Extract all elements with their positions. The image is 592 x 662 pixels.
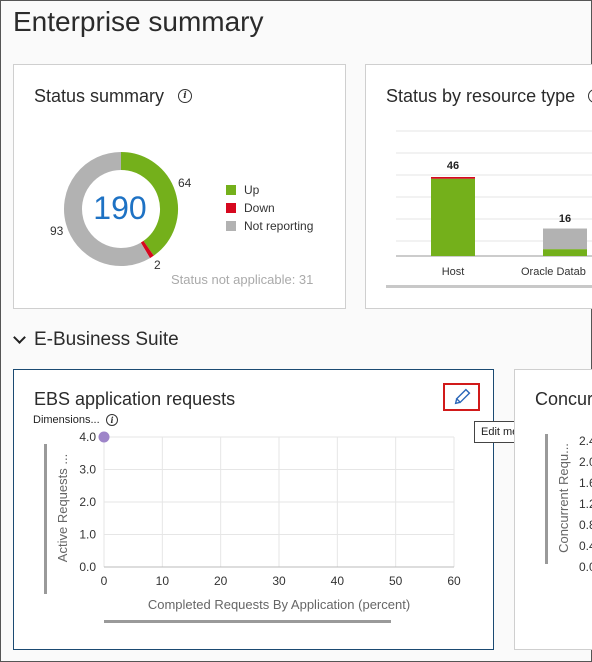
bar-label-oracle: Oracle Datab [521,266,586,278]
y-tick-label: 0.4 [579,539,592,553]
y-tick-label: 2.4 [579,434,592,448]
vertical-scrollbar[interactable] [545,434,548,564]
donut-label-up: 64 [178,176,192,190]
concurrent-requests-card[interactable]: Concur 2.42.01.61.20.80.40.0 Concurrent … [514,369,592,650]
legend-item-down: Down [226,201,275,215]
vertical-scrollbar[interactable] [44,444,47,594]
x-tick-label: 40 [331,574,345,588]
y-tick-label: 3.0 [79,463,96,477]
legend-item-up: Up [226,183,259,197]
bar-host-up[interactable] [431,178,475,256]
data-point[interactable] [98,431,110,443]
y-axis-label: Concurrent Requ... [556,443,571,553]
y-tick-label: 1.0 [79,528,96,542]
legend-swatch-not-reporting [226,221,236,231]
status-summary-card: Status summary i 190 64 2 93 Up Down Not… [13,64,346,309]
y-tick-label: 0.0 [579,560,592,574]
ebs-requests-card[interactable]: EBS application requests 0 10 20 30 40 50 60 0.… [13,369,494,650]
ebs-requests-chart: 0 10 20 30 40 50 60 0.0 1.0 2.0 3.0 4.0 Completed R… [44,430,461,623]
status-not-applicable: Status not applicable: 31 [171,272,314,287]
x-axis-label: Completed Requests By Application (perce… [148,597,410,612]
legend-swatch-down [226,203,236,213]
legend-label-down: Down [244,201,275,215]
y-tick-label: 4.0 [79,430,96,444]
x-tick-label: 30 [272,574,286,588]
y-tick-label: 0.8 [579,518,592,532]
edit-metrics-button[interactable] [443,383,480,411]
dimensions-link[interactable]: Dimensions... [33,414,100,426]
legend-swatch-up [226,185,236,195]
dimensions-label: Dimensions... [33,414,100,426]
x-tick-label: 20 [214,574,228,588]
horizontal-scrollbar[interactable] [104,620,391,623]
status-by-type-chart: 46 16 Host Oracle Datab [386,130,592,288]
page-title: Enterprise summary [13,6,264,37]
donut-center-total: 190 [93,190,146,226]
concurrent-chart: 2.4 2.0 1.6 1.2 0.8 0.4 0.0 Concurrent Requ... [545,434,592,574]
y-tick-label: 1.2 [579,497,592,511]
y-tick-label: 0.0 [79,560,96,574]
horizontal-scrollbar[interactable] [386,285,592,288]
y-tick-label: 2.0 [79,495,96,509]
section-header-ebs[interactable]: E-Business Suite [13,329,179,351]
bar-oracle-not-reporting[interactable] [543,228,587,250]
x-tick-label: 10 [156,574,170,588]
donut-label-down: 2 [154,258,161,272]
x-tick-label: 0 [101,574,108,588]
legend-item-not-reporting: Not reporting [226,219,313,233]
bar-host-down[interactable] [431,177,475,179]
bar-oracle-up[interactable] [543,249,587,256]
bar-total-host: 46 [447,160,459,172]
pencil-icon [454,388,471,405]
info-icon[interactable]: i [106,414,118,426]
bar-label-host: Host [442,266,465,278]
status-by-type-card: Status by resource type i 46 16 Host Ora… [365,64,592,309]
bar-total-oracle: 16 [559,213,571,225]
chevron-down-icon[interactable] [13,331,26,345]
x-tick-label: 50 [389,574,403,588]
y-tick-label: 1.6 [579,476,592,490]
x-tick-label: 60 [447,574,461,588]
y-axis-label: Active Requests ... [55,454,70,562]
donut-label-not-reporting: 93 [50,224,64,238]
legend-label-up: Up [244,183,260,197]
y-tick-label: 2.0 [579,455,592,469]
section-title: E-Business Suite [34,329,179,350]
legend-label-not-reporting: Not reporting [244,219,314,233]
donut-slice-down[interactable] [140,240,154,259]
